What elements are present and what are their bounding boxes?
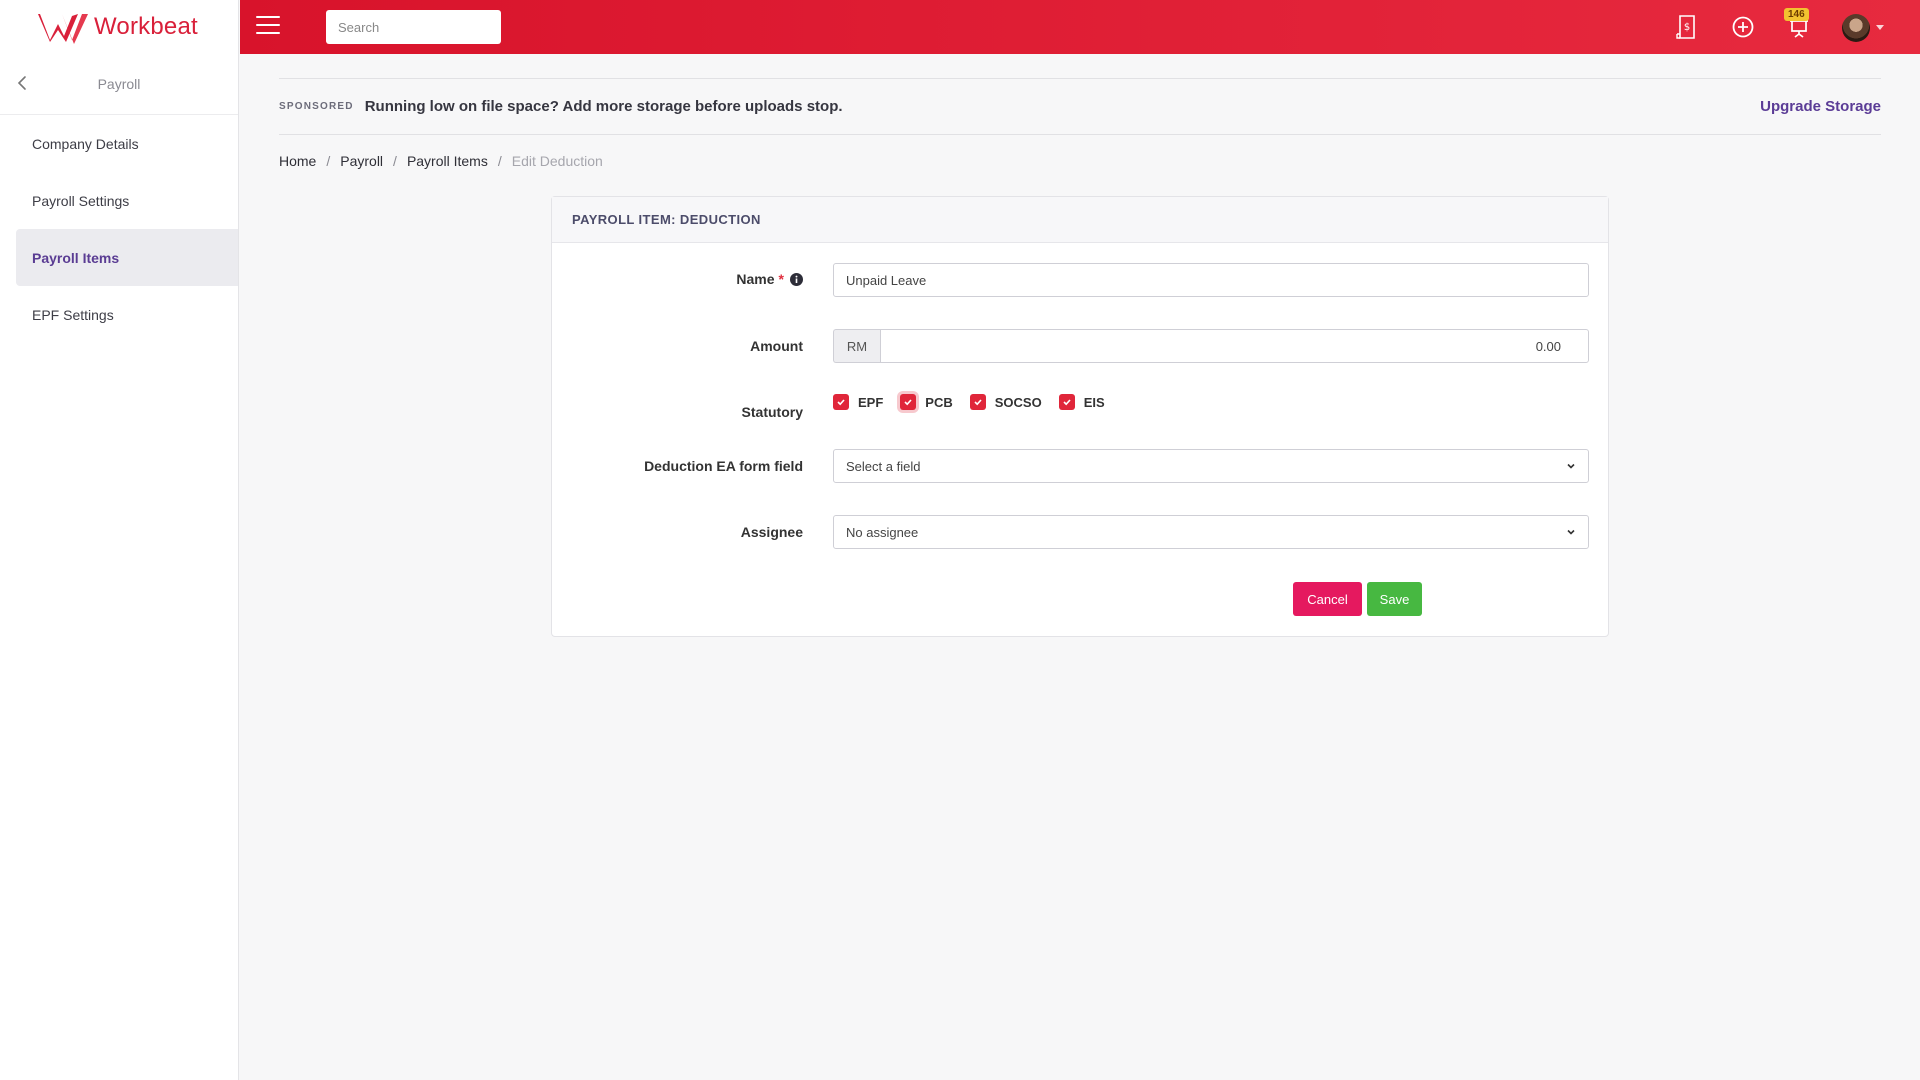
- ea-field-select[interactable]: Select a field: [833, 449, 1589, 483]
- epf-label: EPF: [858, 394, 884, 410]
- caret-down-icon[interactable]: [1876, 25, 1884, 30]
- sponsored-message: Running low on file space? Add more stor…: [364, 98, 843, 115]
- amount-label: Amount: [750, 338, 803, 354]
- sidebar-item-label: Payroll Settings: [32, 192, 130, 209]
- sidebar-item-payroll-settings[interactable]: Payroll Settings: [0, 172, 238, 229]
- eis-label: EIS: [1083, 394, 1105, 410]
- ea-field-label: Deduction EA form field: [644, 458, 803, 474]
- breadcrumb-home[interactable]: Home: [279, 153, 316, 169]
- logo[interactable]: Workbeat: [0, 0, 238, 54]
- invoice-icon[interactable]: $: [1674, 14, 1700, 40]
- add-circle-icon[interactable]: [1730, 14, 1756, 40]
- checkbox-checked-icon[interactable]: [1058, 394, 1075, 410]
- sidebar-item-label: Company Details: [32, 135, 139, 152]
- chevron-left-icon[interactable]: [14, 74, 32, 92]
- breadcrumb-current: Edit Deduction: [511, 153, 603, 169]
- sponsored-label: SPONSORED: [279, 101, 354, 112]
- statutory-checkbox-group: EPF PCB SOCSO EIS: [833, 394, 1122, 410]
- deduction-form-card: PAYROLL ITEM: DEDUCTION Name * Unpaid Le…: [551, 196, 1609, 637]
- epf-checkbox[interactable]: EPF: [833, 394, 883, 410]
- ea-field-selected: Select a field: [846, 458, 921, 474]
- card-title: PAYROLL ITEM: DEDUCTION: [552, 197, 1608, 243]
- assignee-label: Assignee: [740, 524, 803, 540]
- pcb-label: PCB: [925, 394, 953, 410]
- sidebar-item-company-details[interactable]: Company Details: [0, 115, 238, 172]
- chevron-down-icon: [1567, 463, 1575, 469]
- logo-text: Workbeat: [94, 13, 198, 40]
- required-asterisk: *: [778, 271, 784, 287]
- breadcrumb-separator: /: [326, 153, 331, 169]
- breadcrumb-payroll[interactable]: Payroll: [340, 153, 383, 169]
- name-label: Name *: [736, 271, 803, 287]
- chevron-down-icon: [1567, 529, 1575, 535]
- eis-checkbox[interactable]: EIS: [1058, 394, 1105, 410]
- pcb-checkbox[interactable]: PCB: [900, 394, 953, 410]
- name-input[interactable]: Unpaid Leave: [833, 263, 1589, 297]
- sidebar-item-label: EPF Settings: [32, 306, 114, 323]
- assignee-select[interactable]: No assignee: [833, 515, 1589, 549]
- breadcrumb: Home / Payroll / Payroll Items / Edit De…: [279, 153, 603, 169]
- currency-addon: RM: [833, 329, 880, 363]
- upgrade-storage-link[interactable]: Upgrade Storage: [1760, 98, 1881, 115]
- amount-input-group: RM 0.00: [833, 329, 1589, 363]
- sponsored-banner: SPONSORED Running low on file space? Add…: [279, 78, 1881, 135]
- amount-input[interactable]: 0.00: [880, 329, 1589, 363]
- notification-badge: 146: [1784, 8, 1809, 21]
- breadcrumb-payroll-items[interactable]: Payroll Items: [407, 153, 488, 169]
- assignee-selected: No assignee: [846, 524, 919, 540]
- svg-text:$: $: [1684, 22, 1690, 33]
- sidebar-item-payroll-items[interactable]: Payroll Items: [16, 229, 238, 286]
- save-button[interactable]: Save: [1367, 582, 1422, 616]
- checkbox-checked-icon[interactable]: [900, 394, 917, 410]
- workbeat-logo-icon: [38, 14, 88, 44]
- statutory-label: Statutory: [741, 404, 803, 420]
- sidebar: Workbeat Payroll Company Details Payroll…: [0, 0, 239, 1080]
- sidebar-section-header: Payroll: [0, 54, 238, 115]
- socso-label: SOCSO: [994, 394, 1042, 410]
- sidebar-item-epf-settings[interactable]: EPF Settings: [0, 286, 238, 343]
- checkbox-checked-icon[interactable]: [833, 394, 849, 410]
- checkbox-checked-icon[interactable]: [969, 394, 986, 410]
- search-input[interactable]: [326, 10, 501, 44]
- cancel-button[interactable]: Cancel: [1293, 582, 1362, 616]
- breadcrumb-separator: /: [497, 153, 502, 169]
- topbar: $ 146: [240, 0, 1920, 54]
- breadcrumb-separator: /: [393, 153, 397, 169]
- sidebar-item-label: Payroll Items: [32, 249, 120, 266]
- info-icon[interactable]: [790, 272, 803, 286]
- avatar[interactable]: [1842, 14, 1870, 42]
- menu-toggle-icon[interactable]: [256, 16, 280, 36]
- sidebar-section-title: Payroll: [97, 76, 141, 92]
- socso-checkbox[interactable]: SOCSO: [969, 394, 1042, 410]
